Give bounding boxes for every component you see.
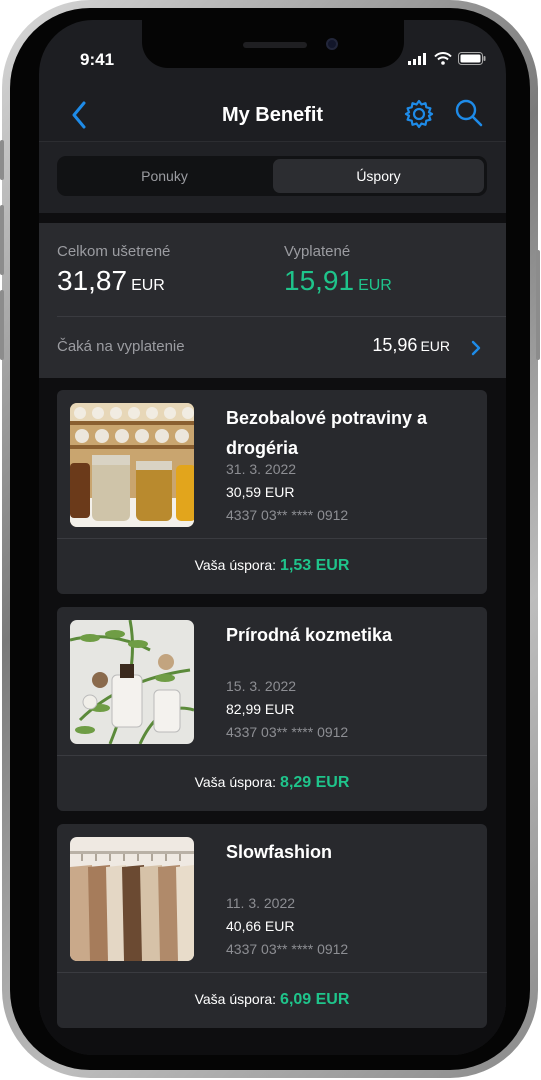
- phone-frame: 9:41 My Benefit Ponuky Úspory Celkom uše…: [0, 0, 540, 1078]
- card-saving: Vaša úspora: 6,09 EUR: [57, 991, 487, 1009]
- product-image-clothes: [70, 837, 194, 961]
- status-icons: [408, 52, 486, 65]
- product-image-jars: [70, 403, 194, 527]
- list-item[interactable]: Bezobalové potraviny a drogéria 31. 3. 2…: [57, 390, 487, 594]
- gear-icon[interactable]: [403, 98, 435, 130]
- card-number: 4337 03** **** 0912: [226, 941, 349, 957]
- pending-label[interactable]: Čaká na vyplatenie: [57, 338, 185, 355]
- chevron-right-icon[interactable]: [470, 340, 482, 356]
- paid-out-label: Vyplatené: [284, 243, 351, 260]
- card-saving: Vaša úspora: 8,29 EUR: [57, 774, 487, 792]
- saving-value: 8,29 EUR: [280, 774, 350, 791]
- battery-icon: [458, 52, 486, 65]
- saving-label: Vaša úspora:: [194, 557, 277, 573]
- card-amount: 40,66 EUR: [226, 918, 295, 934]
- card-number: 4337 03** **** 0912: [226, 724, 349, 740]
- savings-list: Bezobalové potraviny a drogéria 31. 3. 2…: [39, 378, 506, 1055]
- card-number: 4337 03** **** 0912: [226, 507, 349, 523]
- status-time: 9:41: [80, 50, 115, 69]
- section-gap: [39, 213, 506, 223]
- mute-switch: [0, 140, 4, 180]
- card-date: 31. 3. 2022: [226, 461, 297, 477]
- card-title: Slowfashion: [226, 842, 333, 862]
- product-image-cosmetics: [70, 620, 194, 744]
- saving-value: 1,53 EUR: [280, 557, 350, 574]
- volume-down-button: [0, 290, 4, 360]
- card-date: 11. 3. 2022: [226, 895, 296, 911]
- page-title: My Benefit: [221, 104, 324, 126]
- pending-value[interactable]: 15,96 EUR: [372, 335, 450, 356]
- volume-up-button: [0, 205, 4, 275]
- paid-out-unit: EUR: [358, 277, 392, 294]
- card-date: 15. 3. 2022: [226, 678, 297, 694]
- card-title: Bezobalové potraviny a drogéria: [226, 408, 428, 458]
- saving-label: Vaša úspora:: [194, 991, 277, 1007]
- total-saved-value: 31,87 EUR: [57, 265, 165, 297]
- signal-icon: [408, 52, 426, 65]
- camera: [326, 38, 338, 50]
- tab-uspory[interactable]: Úspory: [273, 159, 484, 193]
- card-divider: [57, 972, 487, 973]
- savings-summary: Celkom ušetrené 31,87 EUR Vyplatené 15,91…: [39, 223, 506, 378]
- saving-label: Vaša úspora:: [194, 774, 277, 790]
- nav-bar: My Benefit: [39, 92, 506, 142]
- pending-unit: EUR: [420, 338, 450, 354]
- segmented-control: Ponuky Úspory: [57, 156, 487, 196]
- card-saving: Vaša úspora: 1,53 EUR: [57, 557, 487, 575]
- list-item[interactable]: Prírodná kozmetika 15. 3. 2022 82,99 EUR…: [57, 607, 487, 811]
- card-title: Prírodná kozmetika: [226, 625, 393, 645]
- total-saved-amount: 31,87: [57, 265, 128, 296]
- card-amount: 82,99 EUR: [226, 701, 295, 717]
- wifi-icon: [434, 52, 452, 65]
- summary-divider: [57, 316, 506, 317]
- paid-out-value: 15,91 EUR: [284, 265, 392, 297]
- notch: [142, 20, 404, 68]
- speaker: [243, 42, 307, 48]
- list-item[interactable]: Slowfashion 11. 3. 2022 40,66 EUR 4337 0…: [57, 824, 487, 1028]
- card-divider: [57, 538, 487, 539]
- pending-amount: 15,96: [372, 335, 418, 355]
- search-icon[interactable]: [454, 98, 484, 128]
- total-saved-label: Celkom ušetrené: [57, 243, 171, 260]
- saving-value: 6,09 EUR: [280, 991, 350, 1008]
- tab-ponuky[interactable]: Ponuky: [60, 159, 269, 193]
- card-amount: 30,59 EUR: [226, 484, 295, 500]
- card-divider: [57, 755, 487, 756]
- segment-control-bar: Ponuky Úspory: [39, 142, 506, 222]
- screen: 9:41 My Benefit Ponuky Úspory Celkom uše…: [39, 20, 506, 1055]
- paid-out-amount: 15,91: [284, 265, 355, 296]
- power-button: [536, 250, 540, 360]
- total-saved-unit: EUR: [131, 277, 165, 294]
